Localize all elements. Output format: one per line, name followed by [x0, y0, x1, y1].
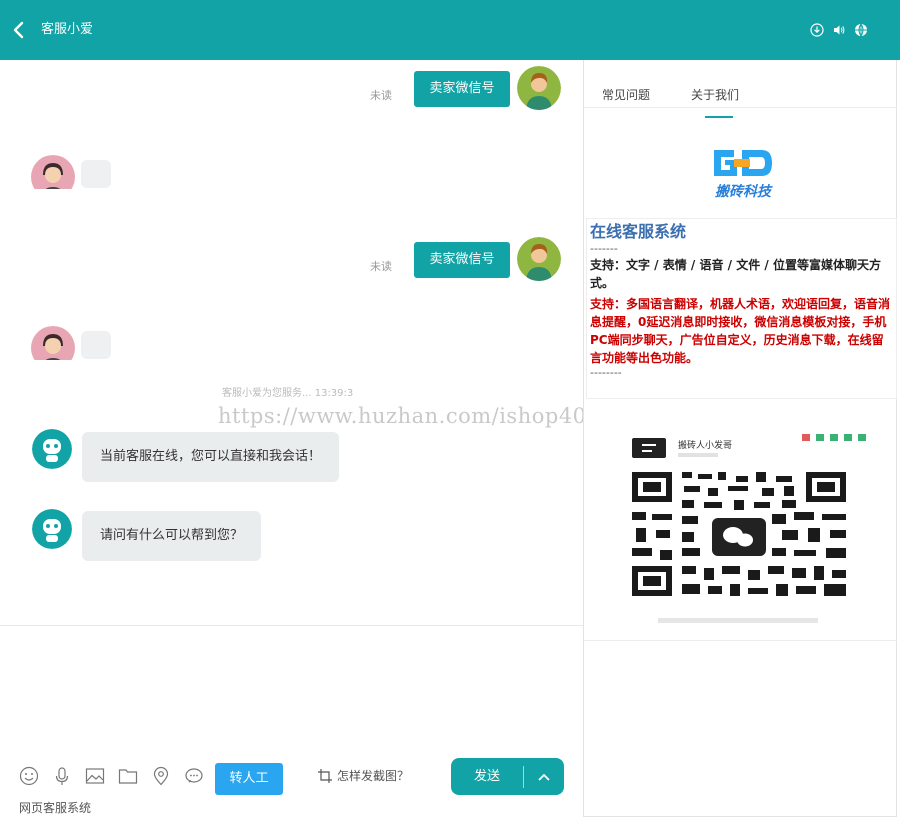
bot-message: 请问有什么可以帮到您？ — [82, 511, 262, 561]
emoji-icon[interactable] — [19, 766, 39, 786]
unread-status: 未读 — [370, 89, 392, 102]
company-logo: 搬砖科技 — [704, 142, 782, 202]
header-icons — [810, 22, 868, 37]
user-avatar — [517, 237, 561, 281]
footer-brand: 网页客服系统 — [19, 801, 92, 815]
bot-avatar — [32, 509, 72, 549]
about-info-box: 在线客服系统 ------- 支持：文字 / 表情 / 语音 / 文件 / 位置… — [586, 218, 897, 399]
tab-faq[interactable]: 常见问题 — [602, 86, 650, 103]
chat-area: 未读 卖家微信号 未读 卖家微信号 客服小爱为您服务... 13:39:3 ht… — [0, 60, 628, 625]
chat-title: 客服小爱 — [41, 22, 94, 37]
watermark-url: https://www.huzhan.com/ishop40314 — [218, 404, 629, 428]
image-icon[interactable] — [85, 766, 105, 786]
composer-divider — [0, 625, 583, 626]
back-chevron-icon[interactable] — [11, 19, 27, 41]
sidebar-tabs: 常见问题 关于我们 — [584, 60, 897, 108]
logo-text: 搬砖科技 — [715, 183, 773, 200]
screenshot-help-label: 怎样发截图？ — [337, 769, 410, 783]
bot-avatar — [32, 429, 72, 469]
unread-status: 未读 — [370, 260, 392, 273]
outgoing-message[interactable]: 卖家微信号 — [414, 242, 510, 278]
qr-name: 搬砖人小发哥 — [678, 439, 732, 451]
sound-icon[interactable] — [832, 22, 846, 36]
system-message: 客服小爱为您服务... 13:39:3 — [222, 388, 354, 399]
transfer-human-button[interactable]: 转人工 — [215, 763, 283, 795]
info-separator: ------- — [590, 242, 618, 255]
info-title: 在线客服系统 — [590, 222, 687, 241]
user-avatar — [517, 66, 561, 110]
sidebar-divider — [584, 640, 897, 641]
folder-icon[interactable] — [118, 766, 138, 786]
info-separator-end: -------- — [590, 366, 622, 379]
top-bar: 客服小爱 — [0, 0, 900, 60]
crop-icon — [318, 768, 332, 783]
microphone-icon[interactable] — [52, 766, 72, 786]
tab-about-us[interactable]: 关于我们 — [691, 86, 739, 103]
agent-avatar — [31, 326, 75, 360]
active-tab-indicator — [705, 116, 733, 118]
screenshot-help-link[interactable]: 怎样发截图？ — [317, 767, 409, 784]
location-icon[interactable] — [151, 766, 171, 786]
send-options-chevron-up-icon[interactable] — [524, 758, 564, 795]
composer-toolbar — [19, 766, 204, 786]
empty-message-bubble — [81, 331, 111, 359]
sidebar-panel: 常见问题 关于我们 搬砖科技 在线客服系统 ------- 支持：文字 / 表情… — [583, 60, 897, 817]
outgoing-message[interactable]: 卖家微信号 — [414, 71, 510, 107]
empty-message-bubble — [81, 160, 111, 188]
send-button[interactable]: 发送 — [451, 758, 523, 795]
chat-bubble-icon[interactable] — [184, 766, 204, 786]
wechat-qr-card: 搬砖人小发哥 — [586, 432, 897, 640]
agent-avatar — [31, 155, 75, 189]
info-feature-media: 支持：文字 / 表情 / 语音 / 文件 / 位置等富媒体聊天方式。 — [590, 258, 881, 290]
info-feature-list: 支持：多国语言翻译，机器人术语，欢迎语回复，语音消息提醒，0延迟消息即时接收，微… — [590, 297, 891, 365]
download-icon[interactable] — [810, 22, 824, 37]
globe-icon[interactable] — [854, 22, 868, 37]
send-button-group: 发送 — [451, 758, 564, 795]
bot-message: 当前客服在线，您可以直接和我会话！ — [82, 432, 340, 482]
